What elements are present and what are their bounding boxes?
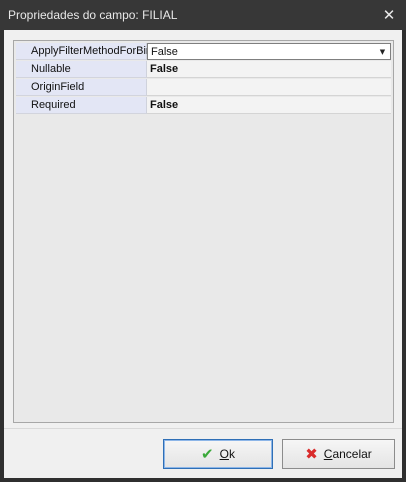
close-icon[interactable]: ✕ (380, 6, 398, 24)
property-name[interactable]: Required (16, 97, 147, 114)
property-row-nullable[interactable]: Nullable False (16, 61, 391, 79)
property-name[interactable]: Nullable (16, 61, 147, 78)
x-icon: ✖ (305, 445, 318, 463)
cancel-button[interactable]: ✖ Cancelar (282, 439, 395, 469)
check-icon: ✔ (201, 445, 214, 463)
properties-dialog: Propriedades do campo: FILIAL ✕ ApplyFil… (0, 0, 406, 482)
property-name[interactable]: ApplyFilterMethodForBir (16, 43, 150, 60)
ok-button-label: Ok (219, 447, 235, 461)
dialog-body: ApplyFilterMethodForBir False ▼ Nullable… (4, 30, 402, 478)
property-row-required[interactable]: Required False (16, 97, 391, 115)
property-name[interactable]: OriginField (16, 79, 147, 96)
dropdown-arrow-icon[interactable]: ▼ (378, 48, 387, 57)
property-value: False (151, 46, 178, 58)
cancel-button-label: Cancelar (323, 447, 372, 461)
property-value-dropdown[interactable]: False ▼ (147, 43, 391, 60)
property-grid: ApplyFilterMethodForBir False ▼ Nullable… (16, 43, 391, 115)
property-value[interactable]: False (147, 97, 391, 114)
window-title: Propriedades do campo: FILIAL (8, 8, 178, 22)
property-row-applyfiltermethodforbir[interactable]: ApplyFilterMethodForBir False ▼ (16, 43, 391, 61)
property-value[interactable] (147, 79, 391, 96)
property-row-originfield[interactable]: OriginField (16, 79, 391, 97)
footer-divider (4, 428, 402, 429)
property-grid-panel: ApplyFilterMethodForBir False ▼ Nullable… (13, 40, 394, 423)
title-bar[interactable]: Propriedades do campo: FILIAL ✕ (0, 0, 406, 30)
ok-button[interactable]: ✔ Ok (163, 439, 273, 469)
property-value[interactable]: False (147, 61, 391, 78)
